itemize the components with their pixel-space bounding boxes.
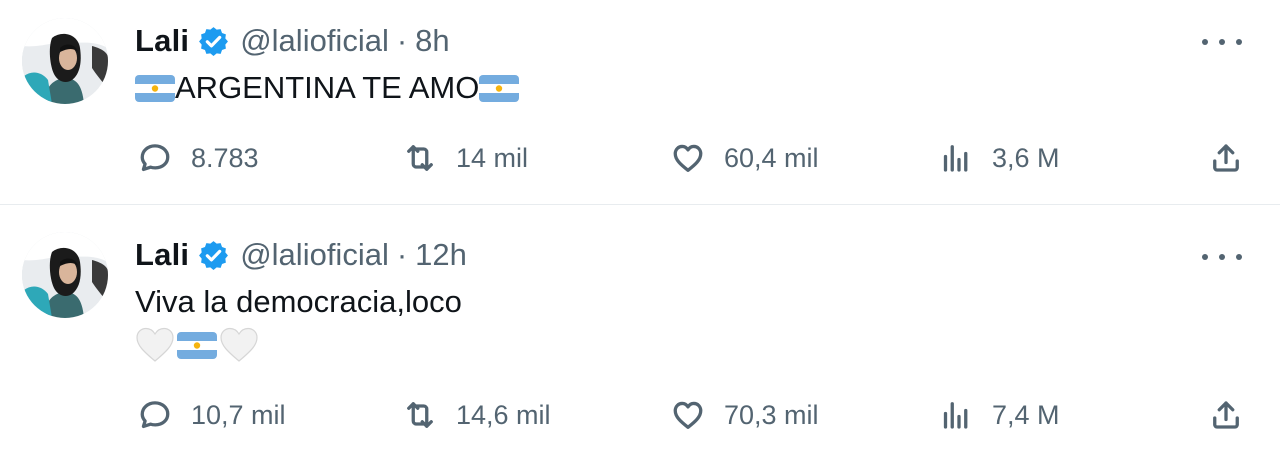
repost-button[interactable]: 14,6 mil [400,395,551,435]
repost-button[interactable]: 14 mil [400,138,528,178]
white-heart-icon [219,327,259,363]
tweet-actions: 10,7 mil 14,6 mil 70,3 mil 7,4 M [0,395,1280,435]
reply-count: 8.783 [191,142,259,173]
more-dots-icon[interactable] [1202,30,1242,54]
views-button[interactable]: 3,6 M [936,138,1060,178]
more-dots-icon[interactable] [1202,245,1242,269]
tweet-actions: 8.783 14 mil 60,4 mil 3,6 M [0,138,1280,178]
reply-count: 10,7 mil [191,399,286,430]
author-name[interactable]: Lali [135,237,189,273]
like-count: 70,3 mil [724,399,819,430]
reply-button[interactable]: 8.783 [135,138,259,178]
heart-outline-icon [668,395,708,435]
repost-count: 14 mil [456,142,529,173]
speech-bubble-icon [135,395,175,435]
share-button[interactable] [1206,395,1246,435]
timestamp[interactable]: 8h [415,23,449,59]
argentina-flag-icon [479,75,519,102]
tweet-text-body: Viva la democracia,loco [135,284,462,319]
share-upload-icon [1206,395,1246,435]
views-count: 3,6 M [992,142,1060,173]
repost-count: 14,6 mil [456,399,551,430]
tweet-header: Lali @lalioficial · 12h [135,236,467,274]
tweet-text: ARGENTINA TE AMO [135,70,519,106]
repost-arrows-icon [400,138,440,178]
separator-dot: · [396,23,408,58]
repost-arrows-icon [400,395,440,435]
views-count: 7,4 M [992,399,1060,430]
verified-badge-icon [197,239,230,272]
author-handle[interactable]: @lalioficial [240,237,389,273]
argentina-flag-icon [177,332,217,359]
tweet-header: Lali @lalioficial · 8h [135,22,450,60]
views-button[interactable]: 7,4 M [936,395,1060,435]
tweet-text-body: ARGENTINA TE AMO [175,70,480,105]
bar-chart-icon [936,395,976,435]
like-button[interactable]: 70,3 mil [668,395,819,435]
argentina-flag-icon [135,75,175,102]
avatar[interactable] [22,18,108,104]
verified-badge-icon [197,25,230,58]
heart-outline-icon [668,138,708,178]
bar-chart-icon [936,138,976,178]
timestamp[interactable]: 12h [415,237,467,273]
author-name[interactable]: Lali [135,23,189,59]
tweet-card[interactable]: Lali @lalioficial · 8h ARGENTINA TE AMO … [0,0,1280,205]
tweet-emoji-line [135,327,259,363]
share-button[interactable] [1206,138,1246,178]
author-handle[interactable]: @lalioficial [240,23,389,59]
white-heart-icon [135,327,175,363]
separator-dot: · [396,237,408,272]
share-upload-icon [1206,138,1246,178]
avatar[interactable] [22,232,108,318]
like-count: 60,4 mil [724,142,819,173]
speech-bubble-icon [135,138,175,178]
tweet-card[interactable]: Lali @lalioficial · 12h Viva la democrac… [0,205,1280,451]
reply-button[interactable]: 10,7 mil [135,395,286,435]
like-button[interactable]: 60,4 mil [668,138,819,178]
